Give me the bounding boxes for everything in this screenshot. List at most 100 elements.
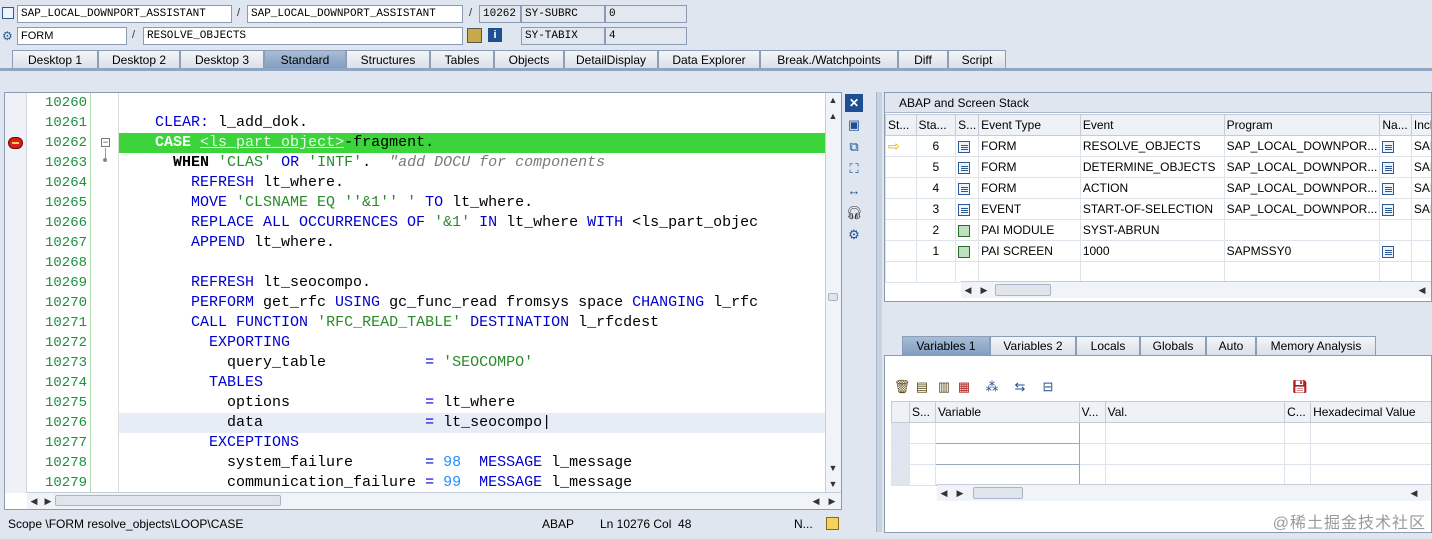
collapse-icon[interactable]: − [101, 138, 110, 147]
stack-row[interactable]: 1 PAI SCREEN 1000 SAPMSSY0 [885, 240, 1431, 262]
stack-row[interactable]: ⇨ 6 FORM RESOLVE_OBJECTS SAP_LOCAL_DOWNPOR..… [885, 135, 1431, 157]
stack-row[interactable]: 4 FORMACTIONSAP_LOCAL_DOWNPOR... SAP [885, 177, 1431, 199]
navigate-cell [1379, 198, 1412, 220]
tab-breakpoints[interactable]: Break./Watchpoints [760, 50, 898, 69]
scroll-left-icon[interactable]: ◀ [27, 494, 41, 508]
navigate-icon[interactable] [1382, 245, 1395, 258]
tab-locals[interactable]: Locals [1076, 336, 1140, 356]
folder-icon[interactable]: ⊟ [1039, 378, 1057, 396]
tree-icon[interactable]: ⁂ [983, 378, 1001, 396]
source-editor[interactable]: 10260 10261 10262 10263 10264 10265 1026… [4, 92, 842, 510]
scroll-right-icon[interactable]: ▶ [41, 494, 55, 508]
tab-tables[interactable]: Tables [430, 50, 494, 69]
tab-variables-2[interactable]: Variables 2 [990, 336, 1076, 356]
tab-script[interactable]: Script [948, 50, 1006, 69]
tab-objects[interactable]: Objects [494, 50, 564, 69]
navigate-icon[interactable]: ⇆ [1011, 378, 1029, 396]
stack-row[interactable]: 3 EVENT START-OF-SELECTION SAP_LOCAL_DOWNPO… [885, 198, 1431, 220]
event-type-field[interactable]: FORM [17, 27, 127, 45]
note-icon[interactable] [826, 517, 839, 530]
navigate-icon[interactable] [1382, 140, 1395, 153]
variable-row[interactable] [891, 443, 1431, 465]
stack-horizontal-scrollbar[interactable]: ◀ ▶ ◀ [961, 281, 1431, 298]
col-header[interactable]: S... [908, 401, 936, 423]
tab-globals[interactable]: Globals [1140, 336, 1206, 356]
scroll-right-icon[interactable]: ▶ [825, 494, 839, 508]
col-header[interactable]: Event Type [978, 114, 1081, 136]
stack-row[interactable]: 2 PAI MODULE SYST-ABRUN [885, 219, 1431, 241]
col-header[interactable]: V... [1078, 401, 1106, 423]
col-header[interactable]: Program [1223, 114, 1381, 136]
scroll-left-icon[interactable]: ◀ [1415, 283, 1429, 297]
tab-diff[interactable]: Diff [898, 50, 948, 69]
close-icon[interactable]: ✕ [845, 94, 863, 112]
headset-icon[interactable]: 🎧︎ [845, 204, 863, 222]
col-header[interactable]: St... [885, 114, 917, 136]
scroll-up-icon[interactable]: ▲ [826, 109, 840, 123]
tab-structures[interactable]: Structures [346, 50, 430, 69]
col-header[interactable]: S... [955, 114, 980, 136]
display-icon[interactable] [467, 28, 482, 43]
variable-row[interactable] [891, 422, 1431, 444]
scroll-down-icon[interactable]: ▼ [826, 461, 840, 475]
variables-horizontal-scrollbar[interactable]: ◀ ▶ ◀ [937, 484, 1431, 501]
col-header[interactable]: C... [1284, 401, 1312, 423]
variable-input[interactable] [934, 464, 1080, 486]
scroll-left-icon[interactable]: ◀ [961, 283, 975, 297]
tab-desktop-3[interactable]: Desktop 3 [180, 50, 264, 69]
settings-icon[interactable]: ⚙ [845, 226, 863, 244]
save-icon[interactable]: 💾︎ [1291, 378, 1309, 396]
tab-detaildisplay[interactable]: DetailDisplay [564, 50, 658, 69]
event-name-field[interactable]: RESOLVE_OBJECTS [143, 27, 463, 45]
navigate-icon[interactable] [1382, 161, 1395, 174]
editor-vertical-scrollbar[interactable]: ▲ ▲ ▼ ▼ [825, 93, 841, 493]
scroll-up-icon[interactable]: ▲ [826, 93, 840, 107]
breakpoint-gutter[interactable] [5, 93, 27, 493]
swap-icon[interactable]: ⧉ [845, 138, 863, 156]
tab-memory-analysis[interactable]: Memory Analysis [1256, 336, 1376, 356]
navigate-icon[interactable] [1382, 182, 1395, 195]
col-header[interactable]: Val. [1104, 401, 1286, 423]
scroll-thumb[interactable] [973, 487, 1023, 499]
scroll-thumb[interactable] [55, 495, 281, 506]
tab-standard[interactable]: Standard [264, 50, 346, 69]
scroll-right-icon[interactable]: ▶ [953, 486, 967, 500]
tab-desktop-2[interactable]: Desktop 2 [98, 50, 180, 69]
program-name: SAP_LOCAL_DOWNPOR... [1223, 198, 1381, 220]
col-header[interactable]: Sta... [915, 114, 957, 136]
tab-variables-1[interactable]: Variables 1 [902, 336, 990, 356]
insert-icon[interactable]: ▤ [913, 378, 931, 396]
delete-icon[interactable]: 🗑︎ [893, 378, 911, 396]
col-header[interactable]: Hexadecimal Value [1310, 401, 1431, 423]
scroll-down-icon[interactable]: ▼ [826, 477, 840, 491]
stack-row[interactable]: 5 FORM DETERMINE_OBJECTS SAP_LOCAL_DOWNPOR.… [885, 156, 1431, 178]
variable-input[interactable] [934, 443, 1080, 465]
tab-desktop-1[interactable]: Desktop 1 [12, 50, 98, 69]
variable-input[interactable] [934, 422, 1080, 444]
tab-data-explorer[interactable]: Data Explorer [658, 50, 760, 69]
col-header[interactable]: Na... [1379, 114, 1412, 136]
editor-horizontal-scrollbar[interactable]: ◀ ▶ ◀ ▶ [27, 492, 841, 509]
variable-row[interactable] [891, 464, 1431, 486]
main-program-field[interactable]: SAP_LOCAL_DOWNPORT_ASSISTANT [17, 5, 232, 23]
scroll-thumb[interactable] [828, 293, 838, 301]
col-header[interactable]: Variable [934, 401, 1080, 423]
navigate-icon[interactable] [1382, 203, 1395, 216]
scroll-right-icon[interactable]: ▶ [977, 283, 991, 297]
code-area[interactable]: CLEAR: l_add_dok. CASE <ls_part_object>-… [119, 93, 827, 493]
scroll-left-icon[interactable]: ◀ [809, 494, 823, 508]
resize-horizontal-icon[interactable]: ↔ [845, 182, 863, 200]
info-icon[interactable]: i [488, 28, 502, 42]
copy-icon[interactable]: ▥ [935, 378, 953, 396]
maximize-icon[interactable]: ⛶ [845, 160, 863, 178]
scroll-left-icon[interactable]: ◀ [937, 486, 951, 500]
red-list-icon[interactable]: ▦ [955, 378, 973, 396]
col-header[interactable]: Inclu [1410, 114, 1431, 136]
col-header[interactable]: Event [1079, 114, 1225, 136]
tab-auto[interactable]: Auto [1206, 336, 1256, 356]
new-window-icon[interactable]: ▣ [845, 116, 863, 134]
scroll-left-icon[interactable]: ◀ [1407, 486, 1421, 500]
pane-splitter[interactable] [876, 92, 882, 532]
include-program-field[interactable]: SAP_LOCAL_DOWNPORT_ASSISTANT [247, 5, 463, 23]
scroll-thumb[interactable] [995, 284, 1051, 296]
